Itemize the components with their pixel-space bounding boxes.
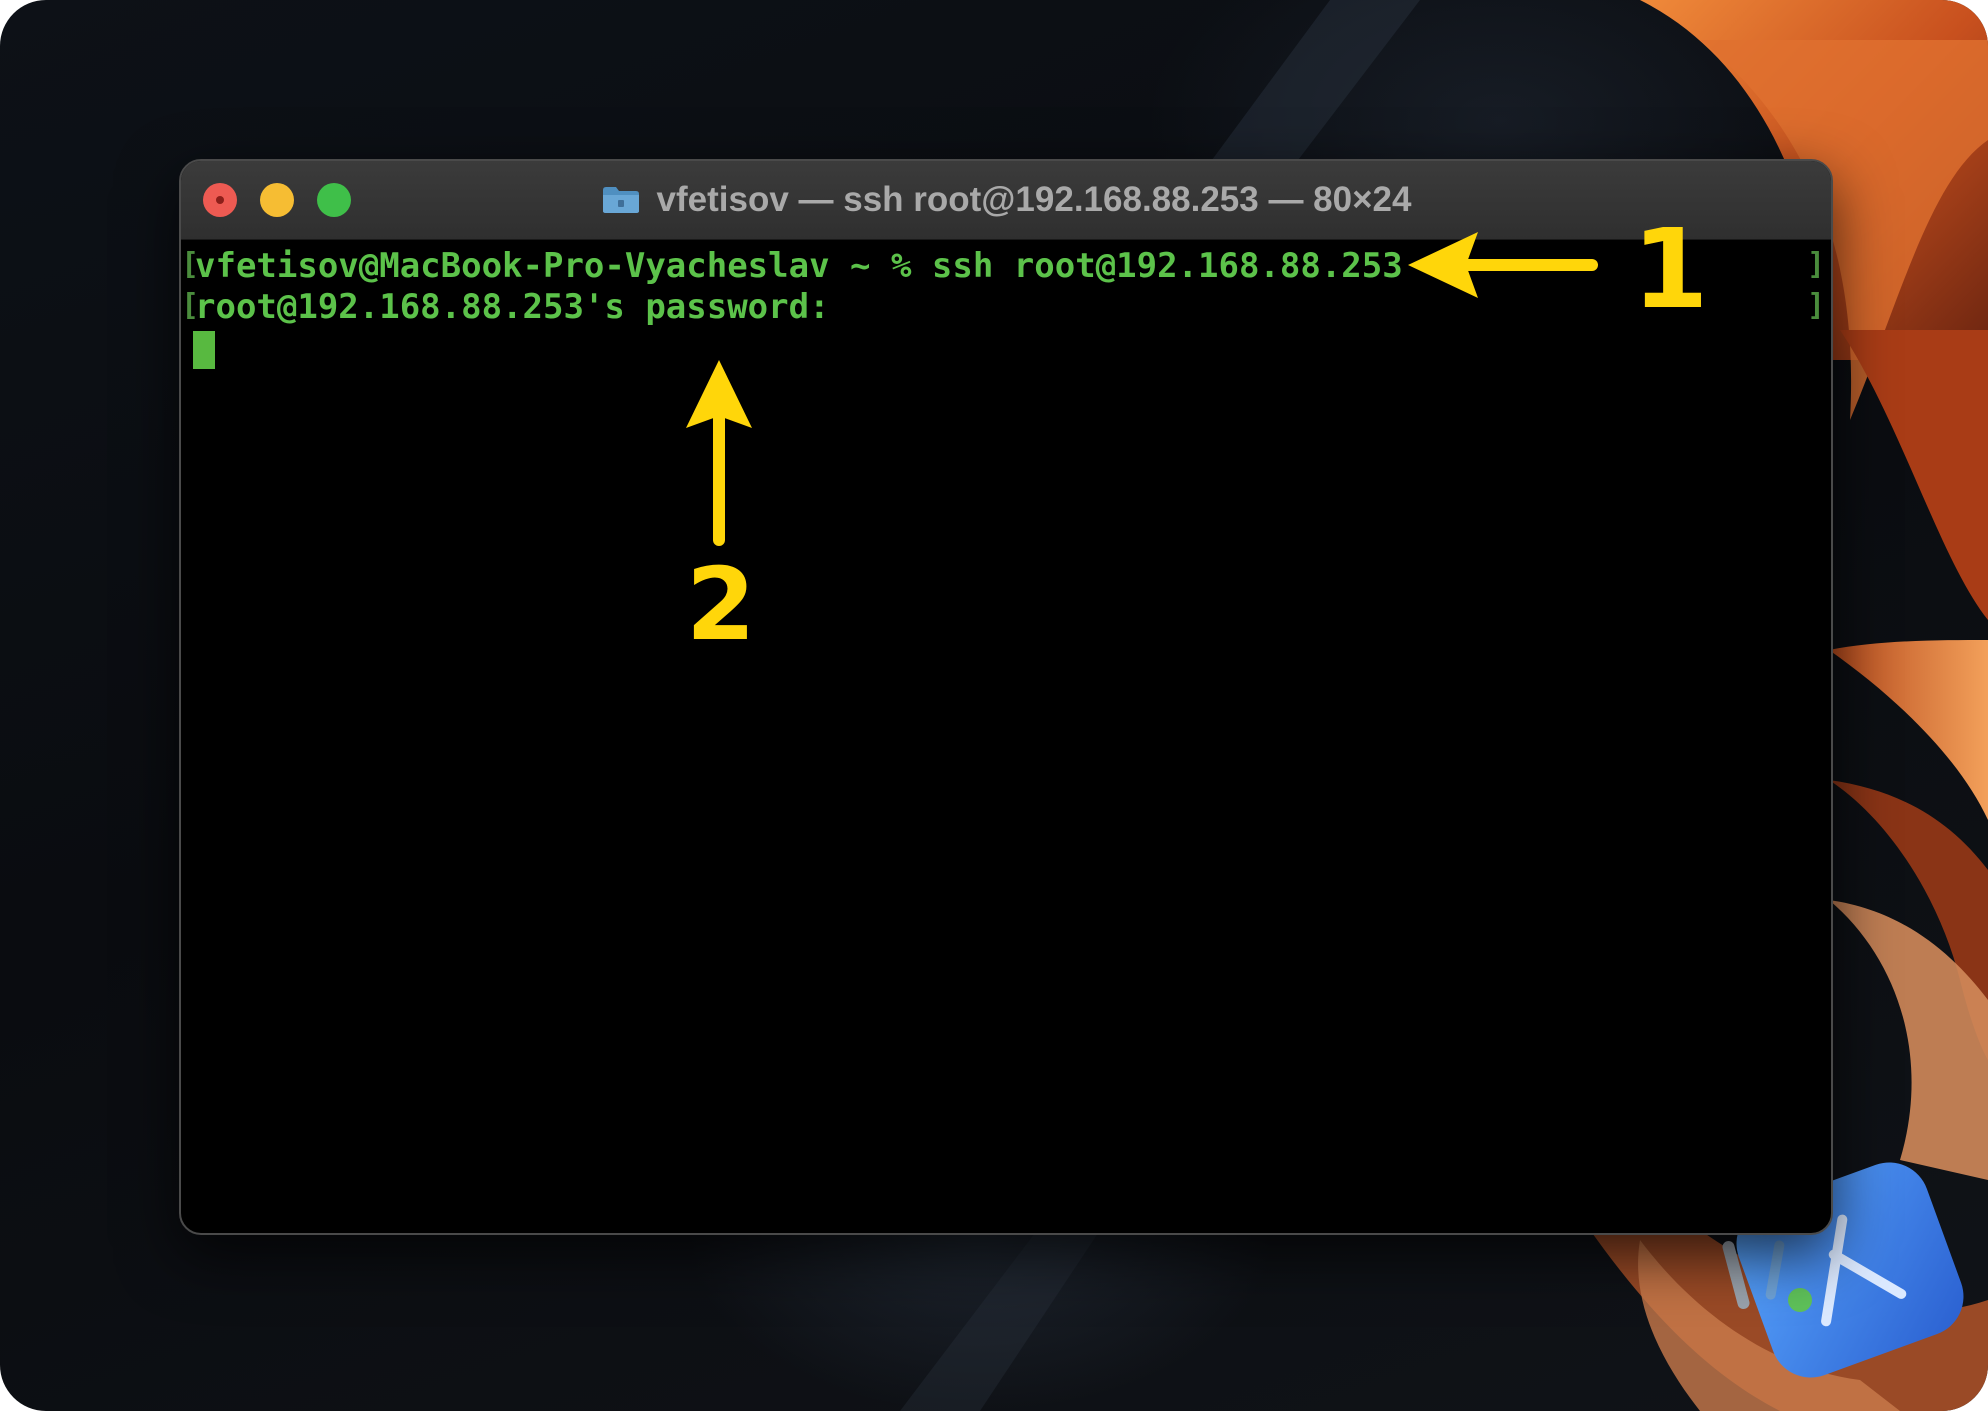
up-arrow-icon: [686, 360, 752, 546]
annotation-label-1: 1: [1632, 205, 1709, 333]
annotation-label-2: 2: [686, 546, 756, 663]
desktop-wallpaper: vfetisov — ssh root@192.168.88.253 — 80×…: [0, 0, 1988, 1411]
left-arrow-icon: [1408, 232, 1598, 298]
